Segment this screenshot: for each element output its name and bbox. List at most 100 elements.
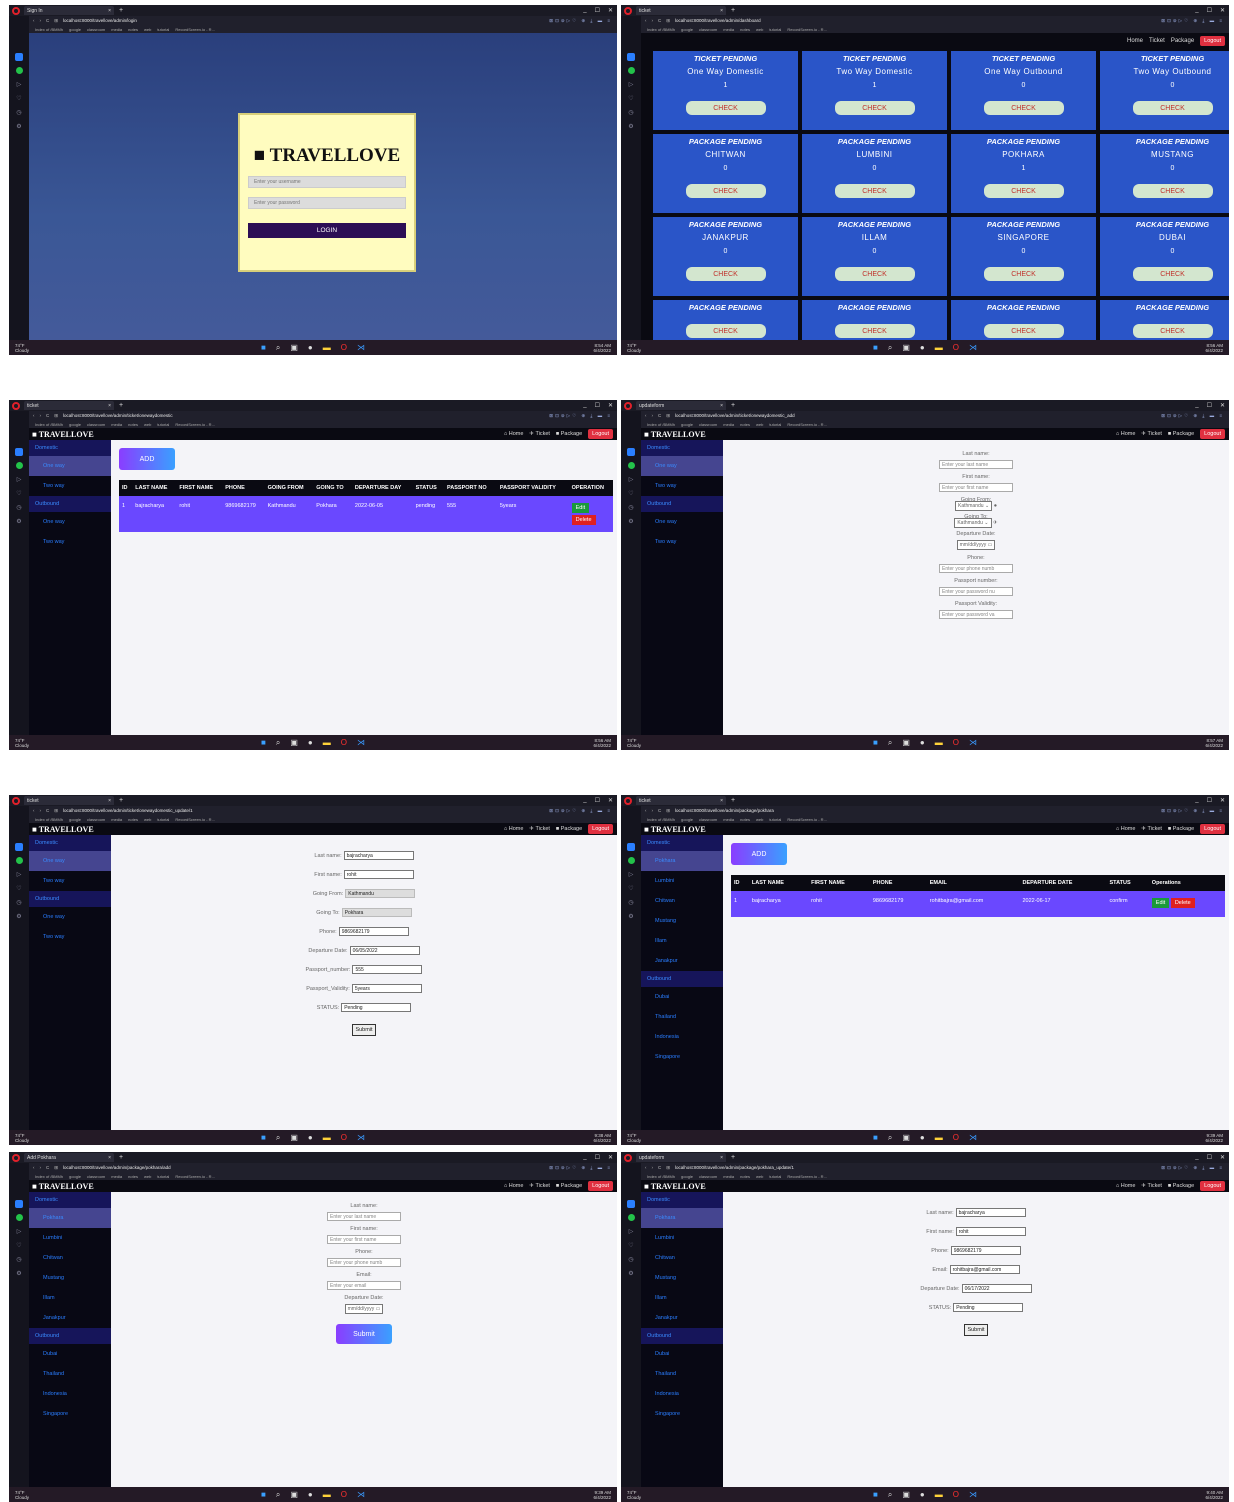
whatsapp-icon[interactable] xyxy=(627,462,635,469)
opera-icon[interactable] xyxy=(624,401,632,410)
search-icon[interactable]: ⌕ xyxy=(888,343,892,353)
url-text[interactable]: localhost:8000/travellove/admin/ticket/o… xyxy=(63,808,193,813)
bookmark-item[interactable]: web xyxy=(144,1174,151,1179)
check-button[interactable]: CHECK xyxy=(1132,101,1213,115)
windows-start-icon[interactable]: ■ xyxy=(261,1490,266,1500)
bookmark-item[interactable]: Index of /BMMh xyxy=(647,422,675,427)
windows-start-icon[interactable]: ■ xyxy=(873,738,878,748)
tab-close-icon[interactable]: × xyxy=(720,798,723,804)
admin-logo[interactable]: ■ TRAVELLOVE xyxy=(644,1182,706,1191)
workspace-icon[interactable] xyxy=(15,1200,23,1208)
field-input[interactable]: Pending xyxy=(953,1303,1024,1312)
back-icon[interactable]: ‹ xyxy=(33,413,35,418)
close-icon[interactable]: ✕ xyxy=(1220,402,1225,409)
close-icon[interactable]: ✕ xyxy=(1220,797,1225,804)
url-text[interactable]: localhost:8000/travellove/admin/ticket/o… xyxy=(675,413,795,418)
folder-icon[interactable]: ▬ xyxy=(323,343,331,353)
bookmark-item[interactable]: Index of /BMMh xyxy=(647,27,675,32)
tabs-icon[interactable]: ⊞ xyxy=(54,1165,58,1171)
sidebar-section-outbound[interactable]: Outbound xyxy=(29,1328,111,1344)
sidebar-item-mustang[interactable]: Mustang xyxy=(641,1268,723,1288)
password-input[interactable]: Enter your password xyxy=(248,197,406,209)
bookmark-item[interactable]: tutorial xyxy=(157,422,169,427)
maximize-icon[interactable]: ☐ xyxy=(1207,402,1212,409)
whatsapp-icon[interactable] xyxy=(627,857,635,864)
bookmark-item[interactable]: Index of /BMMh xyxy=(35,422,63,427)
sidebar-item-indonesia[interactable]: Indonesia xyxy=(641,1027,723,1047)
sidebar-item-lumbini[interactable]: Lumbini xyxy=(29,1228,111,1248)
bookmark-item[interactable]: classroom xyxy=(699,27,717,32)
browser-tab[interactable]: ticket × xyxy=(636,796,726,805)
sidebar-item-chitwan[interactable]: Chitwan xyxy=(641,1248,723,1268)
sidebar-item-indonesia[interactable]: Indonesia xyxy=(641,1384,723,1404)
reload-icon[interactable]: C xyxy=(46,1165,49,1170)
close-icon[interactable]: ✕ xyxy=(608,7,613,14)
edit-button[interactable]: Edit xyxy=(571,503,590,513)
clock[interactable]: 9:38 AM 6/4/2022 xyxy=(593,1133,611,1143)
back-icon[interactable]: ‹ xyxy=(645,413,647,418)
reload-icon[interactable]: C xyxy=(658,413,661,418)
windows-start-icon[interactable]: ■ xyxy=(261,343,266,353)
heart-icon[interactable]: ♡ xyxy=(628,1242,633,1249)
bookmark-item[interactable]: notes xyxy=(128,422,138,427)
sidebar-section-domestic[interactable]: Domestic xyxy=(29,835,111,851)
text-input[interactable]: Enter your first name xyxy=(327,1235,401,1244)
bookmark-item[interactable]: web xyxy=(144,817,151,822)
field-input[interactable]: bajracharya xyxy=(955,1208,1026,1217)
admin-logo[interactable]: ■ TRAVELLOVE xyxy=(32,1182,94,1191)
forward-icon[interactable]: › xyxy=(652,808,654,813)
whatsapp-icon[interactable] xyxy=(15,462,23,469)
settings-icon[interactable]: ⚙ xyxy=(16,518,21,525)
check-button[interactable]: CHECK xyxy=(685,101,766,115)
sidebar-item-lumbini[interactable]: Lumbini xyxy=(641,1228,723,1248)
text-input[interactable]: Enter your last name xyxy=(939,460,1013,469)
nav-home[interactable]: ⌂ Home xyxy=(504,431,524,437)
bookmark-item[interactable]: web xyxy=(756,27,763,32)
back-icon[interactable]: ‹ xyxy=(645,1165,647,1170)
minimize-icon[interactable]: _ xyxy=(1195,1154,1198,1161)
vscode-icon[interactable]: ⋊ xyxy=(357,738,365,748)
bookmark-item[interactable]: media xyxy=(111,817,122,822)
maximize-icon[interactable]: ☐ xyxy=(1207,797,1212,804)
workspace-icon[interactable] xyxy=(15,53,23,61)
bookmark-item[interactable]: classroom xyxy=(87,422,105,427)
back-icon[interactable]: ‹ xyxy=(33,1165,35,1170)
new-tab-icon[interactable]: + xyxy=(119,402,123,409)
bookmark-item[interactable]: Index of /BMMh xyxy=(35,817,63,822)
nav-ticket[interactable]: ✈ Ticket xyxy=(1141,826,1162,832)
opera-taskbar-icon[interactable]: O xyxy=(953,1490,959,1500)
sidebar-section-domestic[interactable]: Domestic xyxy=(641,440,723,456)
bookmark-item[interactable]: tutorial xyxy=(769,422,781,427)
maximize-icon[interactable]: ☐ xyxy=(595,402,600,409)
sidebar-section-domestic[interactable]: Domestic xyxy=(29,1192,111,1208)
player-icon[interactable]: ▷ xyxy=(629,1228,634,1235)
opera-taskbar-icon[interactable]: O xyxy=(341,1133,347,1143)
vscode-icon[interactable]: ⋊ xyxy=(357,343,365,353)
search-icon[interactable]: ⌕ xyxy=(888,738,892,748)
vscode-icon[interactable]: ⋊ xyxy=(357,1490,365,1500)
text-input[interactable]: Enter your password va xyxy=(939,610,1013,619)
taskview-icon[interactable]: ▣ xyxy=(290,738,298,748)
clock[interactable]: 8:57 AM 6/4/2022 xyxy=(1205,738,1223,748)
check-button[interactable]: CHECK xyxy=(983,184,1064,198)
maximize-icon[interactable]: ☐ xyxy=(1207,1154,1212,1161)
address-bar[interactable]: ‹ › C ⊞ localhost:8000/travellove/admin/das… xyxy=(641,16,1229,25)
vscode-icon[interactable]: ⋊ xyxy=(969,1133,977,1143)
nav-package[interactable]: ■ Package xyxy=(1168,1183,1194,1189)
bookmark-item[interactable]: media xyxy=(723,817,734,822)
bookmark-item[interactable]: RecordScreen.io - R... xyxy=(787,817,827,822)
nav-ticket[interactable]: ✈ Ticket xyxy=(529,431,550,437)
search-icon[interactable]: ⌕ xyxy=(888,1490,892,1500)
sidebar-item-pokhara[interactable]: Pokhara xyxy=(641,1208,723,1228)
sidebar-section-domestic[interactable]: Domestic xyxy=(29,440,111,456)
bookmark-item[interactable]: notes xyxy=(740,422,750,427)
nav-home[interactable]: ⌂ Home xyxy=(504,826,524,832)
field-input[interactable]: 9869682179 xyxy=(950,1246,1021,1255)
logout-button[interactable]: Logout xyxy=(1200,35,1225,46)
going-from-select[interactable]: Kathmandu ⌄ xyxy=(954,501,993,511)
windows-start-icon[interactable]: ■ xyxy=(873,1490,878,1500)
address-bar[interactable]: ‹ › C ⊞ localhost:8000/travellove/admin/pac… xyxy=(641,806,1229,815)
bookmark-item[interactable]: RecordScreen.io - R... xyxy=(175,1174,215,1179)
nav-home[interactable]: ⌂ Home xyxy=(1116,1183,1136,1189)
settings-icon[interactable]: ⚙ xyxy=(16,123,21,130)
